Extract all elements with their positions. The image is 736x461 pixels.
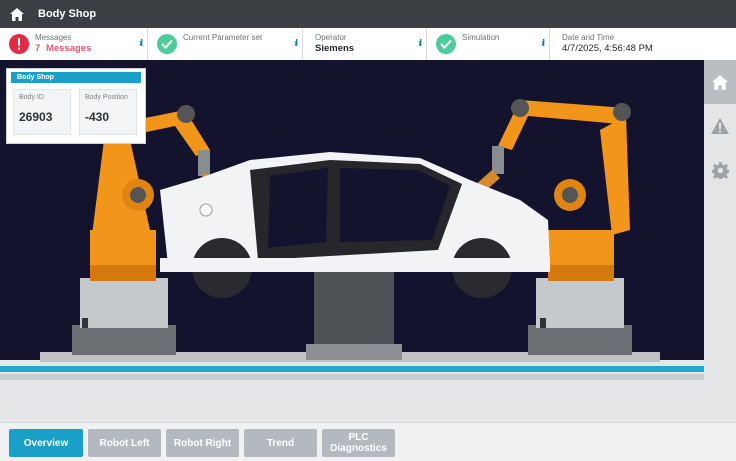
gear-icon [711,161,729,179]
parameter-label: Current Parameter set [183,33,263,42]
messages-label: Messages [35,33,72,42]
bottom-tab-bar: Overview Robot Left Robot Right Trend PL… [0,422,736,461]
datetime-segment: Date and Time 4/7/2025, 4:56:48 PM [550,28,736,60]
datetime-value: 4/7/2025, 4:56:48 PM [562,43,653,54]
alert-icon [9,34,29,54]
body-shop-info-panel: Body Shop Body ID 26903 Body Position -4… [6,68,146,144]
tab-robot-right[interactable]: Robot Right [166,429,239,457]
conveyor-stripe [0,366,704,372]
simulation-label: Simulation [462,33,500,42]
body-id-cell: Body ID 26903 [13,89,71,135]
datetime-label: Date and Time [562,33,615,42]
body-position-cell: Body Position -430 [79,89,137,135]
body-id-label: Body ID [19,94,44,101]
operator-arrow-icon[interactable]: ›I [418,38,422,49]
check-icon [436,34,456,54]
body-id-value: 26903 [19,110,53,124]
messages-arrow-icon[interactable]: ›I [139,38,143,49]
nav-alarm-button[interactable] [704,104,736,148]
info-panel-title: Body Shop [11,72,141,83]
home-icon [10,7,24,21]
operator-value: Siemens [315,43,355,54]
car-pedestal [314,272,394,348]
home-icon [712,74,728,90]
parameter-arrow-icon[interactable]: ›I [294,38,298,49]
tab-trend[interactable]: Trend [244,429,317,457]
page-title: Body Shop [38,8,97,20]
tab-plc-diagnostics[interactable]: PLC Diagnostics [322,429,395,457]
messages-value: Messages [45,43,92,54]
messages-count: 7 [35,43,41,54]
check-icon [157,34,177,54]
nav-home-button[interactable] [704,60,736,104]
warning-icon [711,118,729,134]
right-nav [704,60,736,422]
title-bar: Body Shop [0,0,736,28]
messages-segment[interactable]: Messages 7 Messages ›I [0,28,148,60]
nav-settings-button[interactable] [704,148,736,192]
body-position-label: Body Position [85,94,128,101]
body-position-value: -430 [85,110,110,124]
home-button[interactable] [0,0,34,28]
simulation-arrow-icon[interactable]: ›I [541,38,545,49]
parameter-segment[interactable]: Current Parameter set ›I [148,28,303,60]
tab-robot-left[interactable]: Robot Left [88,429,161,457]
status-bar: Messages 7 Messages ›I Current Parameter… [0,28,736,61]
operator-label: Operator [315,33,347,42]
tab-overview[interactable]: Overview [9,429,83,457]
operator-segment[interactable]: Operator Siemens ›I [303,28,427,60]
simulation-segment[interactable]: Simulation ›I [427,28,550,60]
